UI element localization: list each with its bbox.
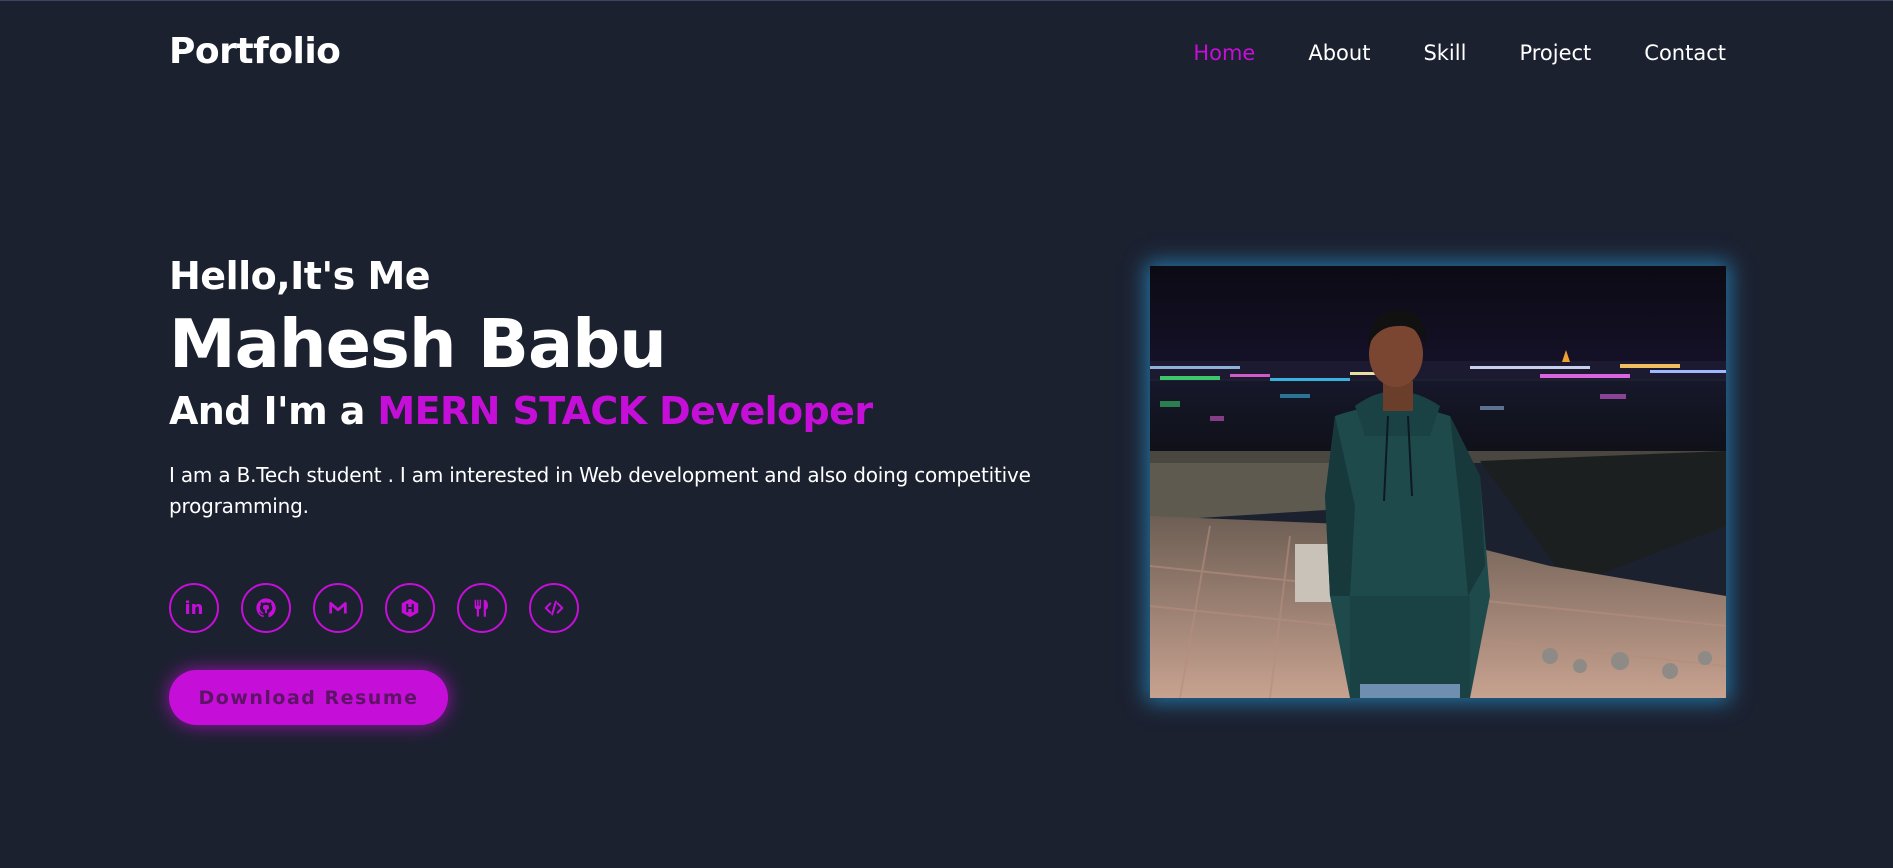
social-links: in (169, 583, 579, 633)
nav-skill[interactable]: Skill (1423, 41, 1466, 65)
profile-photo-illustration (1150, 266, 1726, 698)
linkedin-icon: in (184, 597, 204, 619)
hero-description: I am a B.Tech student . I am interested … (169, 463, 1031, 518)
nav-contact[interactable]: Contact (1644, 41, 1726, 65)
gmail-icon (329, 602, 347, 614)
nav-home[interactable]: Home (1193, 41, 1255, 65)
main-nav: Home About Skill Project Contact (1193, 41, 1726, 65)
codechef-link[interactable] (457, 583, 507, 633)
greeting: Hello,It's Me (169, 254, 431, 298)
hackerrank-link[interactable] (385, 583, 435, 633)
download-resume-button[interactable]: Download Resume (169, 670, 448, 725)
hackerrank-icon (401, 598, 419, 618)
hero-section: Hello,It's Me Mahesh Babu And I'm a MERN… (169, 248, 1109, 522)
profile-photo (1150, 266, 1726, 698)
site-header: Portfolio Home About Skill Project Conta… (0, 0, 1893, 110)
nav-project[interactable]: Project (1519, 41, 1591, 65)
code-link[interactable] (529, 583, 579, 633)
role-highlight: MERN STACK Developer (377, 389, 873, 433)
role-line: And I'm a MERN STACK Developer (169, 382, 1109, 440)
github-link[interactable] (241, 583, 291, 633)
logo[interactable]: Portfolio (169, 31, 341, 72)
gmail-link[interactable] (313, 583, 363, 633)
github-icon (256, 598, 276, 618)
nav-about[interactable]: About (1308, 41, 1370, 65)
codechef-icon (474, 599, 488, 617)
hero-name: Mahesh Babu (169, 305, 667, 383)
linkedin-link[interactable]: in (169, 583, 219, 633)
role-prefix: And I'm a (169, 389, 378, 433)
code-icon (544, 600, 564, 616)
